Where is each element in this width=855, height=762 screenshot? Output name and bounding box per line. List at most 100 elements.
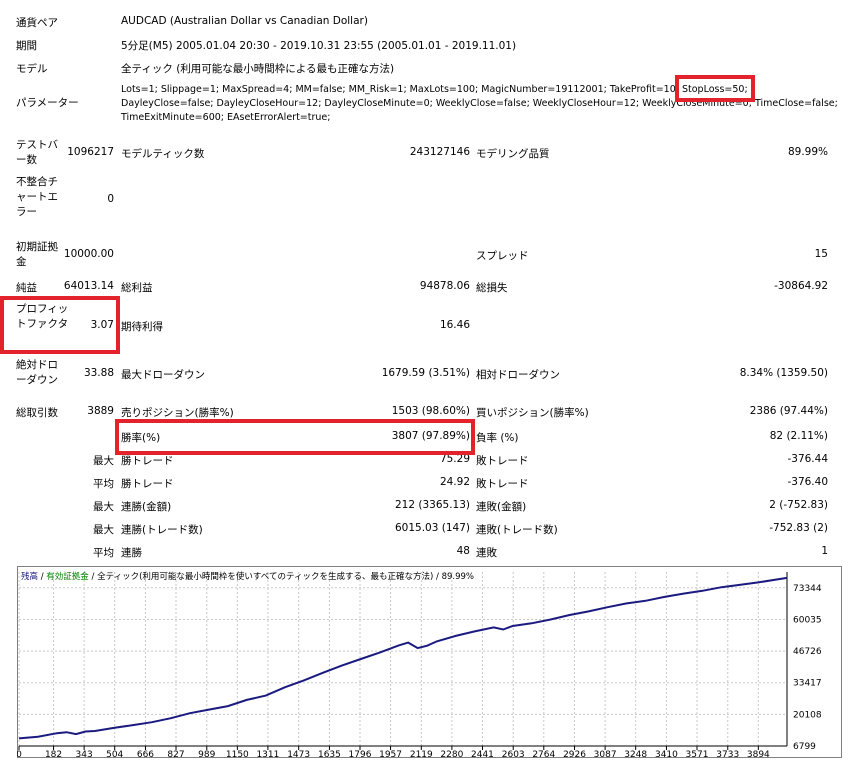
row-left-label: 勝トレード — [121, 478, 174, 490]
lossrate-label: 負率 (%) — [476, 432, 519, 444]
spread-label: スプレッド — [476, 250, 529, 262]
legend-model: 全ティック(利用可能な最小時間枠を使いすべてのティックを生成する、最も正確な方法… — [97, 571, 433, 582]
row-prefix: 平均 — [93, 478, 114, 490]
params-label: パラメーター — [16, 97, 79, 109]
x-tick-label: 989 — [198, 750, 215, 758]
row-left-value: 24.92 — [439, 476, 470, 488]
legend-balance: 残高 — [21, 571, 38, 582]
x-tick-label: 2926 — [563, 750, 586, 758]
ticks-label: モデルティック数 — [121, 148, 205, 160]
row-prefix: 平均 — [93, 547, 114, 559]
x-tick-label: 3087 — [594, 750, 617, 758]
lossrate-value: 82 (2.11%) — [769, 430, 828, 442]
x-tick-label: 343 — [76, 750, 93, 758]
abs-dd-value: 33.88 — [83, 367, 114, 379]
net-label: 純益 — [16, 282, 37, 294]
x-tick-label: 1311 — [256, 750, 279, 758]
row-left-label: 勝トレード — [121, 455, 174, 467]
params-stoploss: StopLoss=50; — [681, 84, 748, 95]
legend-sep-3: / — [433, 572, 441, 582]
x-tick-label: 3894 — [747, 750, 770, 758]
balance-chart: 残高 / 有効証拠金 / 全ティック(利用可能な最小時間枠を使いすべてのティック… — [17, 566, 842, 758]
x-tick-label: 1957 — [379, 750, 402, 758]
x-tick-label: 2603 — [502, 750, 525, 758]
row-prefix: 最大 — [93, 524, 114, 536]
x-tick-label: 504 — [106, 750, 123, 758]
chart-frame — [17, 566, 842, 758]
quality-label: モデリング品質 — [476, 148, 550, 160]
row-right-label: 連敗 — [476, 547, 497, 559]
x-tick-label: 3571 — [686, 750, 709, 758]
x-tick-label: 2441 — [471, 750, 494, 758]
pf-value: 3.07 — [90, 319, 114, 331]
row-right-value: -376.44 — [787, 453, 828, 465]
gross-loss-label: 総損失 — [476, 282, 508, 294]
row-left-label: 連勝(金額) — [121, 501, 172, 513]
x-tick-label: 2764 — [532, 750, 555, 758]
row-right-label: 連敗(金額) — [476, 501, 527, 513]
x-tick-label: 1796 — [349, 750, 372, 758]
gross-loss-value: -30864.92 — [774, 280, 828, 292]
ticks-value: 243127146 — [409, 146, 470, 158]
row-right-value: 1 — [821, 545, 828, 557]
x-tick-label: 2119 — [410, 750, 433, 758]
x-tick-label: 2280 — [440, 750, 463, 758]
total-trades-value: 3889 — [87, 405, 114, 417]
row-right-label: 連敗(トレード数) — [476, 524, 558, 536]
row-left-value: 75.29 — [439, 453, 470, 465]
chart-legend: 残高 / 有効証拠金 / 全ティック(利用可能な最小時間枠を使いすべてのティック… — [21, 571, 474, 582]
period-label: 期間 — [16, 40, 37, 52]
rel-dd-value: 8.34% (1359.50) — [739, 367, 828, 379]
expected-label: 期待利得 — [121, 321, 163, 333]
mismatch-value: 0 — [107, 193, 114, 205]
row-left-value: 48 — [456, 545, 470, 557]
max-dd-label: 最大ドローダウン — [121, 369, 205, 381]
row-left-value: 212 (3365.13) — [395, 499, 470, 511]
params-line-1: Lots=1; Slippage=1; MaxSpread=4; MM=fals… — [121, 84, 748, 95]
x-tick-label: 1473 — [287, 750, 310, 758]
model-value: 全ティック (利用可能な最小時間枠による最も正確な方法) — [121, 63, 395, 75]
y-tick-label: 46726 — [793, 647, 822, 657]
row-right-label: 敗トレード — [476, 455, 529, 467]
pair-value: AUDCAD (Australian Dollar vs Canadian Do… — [121, 15, 368, 27]
legend-equity: 有効証拠金 — [46, 571, 89, 582]
expected-value: 16.46 — [439, 319, 470, 331]
params-line-3: TimeExitMinute=600; EAsetErrorAlert=true… — [121, 112, 331, 123]
model-label: モデル — [16, 63, 48, 75]
gross-profit-label: 総利益 — [121, 282, 153, 294]
y-tick-label: 73344 — [793, 584, 822, 594]
y-tick-label: 60035 — [793, 615, 822, 625]
row-right-value: -752.83 (2) — [769, 522, 828, 534]
long-value: 2386 (97.44%) — [749, 405, 828, 417]
row-left-label: 連勝(トレード数) — [121, 524, 203, 536]
long-label: 買いポジション(勝率%) — [476, 407, 589, 419]
x-tick-label: 3248 — [624, 750, 647, 758]
row-prefix: 最大 — [93, 501, 114, 513]
y-tick-label: 6799 — [793, 742, 816, 752]
params-line-2: DayleyClose=false; DayleyCloseHour=12; D… — [121, 98, 838, 109]
y-tick-label: 33417 — [793, 679, 822, 689]
x-tick-label: 666 — [137, 750, 154, 758]
x-tick-label: 1150 — [226, 750, 249, 758]
winrate-label: 勝率(%) — [121, 432, 161, 444]
short-value: 1503 (98.60%) — [391, 405, 470, 417]
max-dd-value: 1679.59 (3.51%) — [381, 367, 470, 379]
bars-value: 1096217 — [67, 146, 114, 158]
total-trades-label: 総取引数 — [16, 407, 58, 419]
params-line-1-main: Lots=1; Slippage=1; MaxSpread=4; MM=fals… — [121, 84, 679, 95]
x-tick-label: 182 — [45, 750, 62, 758]
row-right-value: 2 (-752.83) — [769, 499, 828, 511]
row-right-value: -376.40 — [787, 476, 828, 488]
legend-sep-2: / — [89, 572, 97, 582]
row-left-label: 連勝 — [121, 547, 142, 559]
pair-label: 通貨ペア — [16, 17, 58, 29]
rel-dd-label: 相対ドローダウン — [476, 369, 560, 381]
y-tick-label: 20108 — [793, 710, 822, 720]
net-value: 64013.14 — [63, 280, 114, 292]
quality-value: 89.99% — [787, 146, 828, 158]
row-right-label: 敗トレード — [476, 478, 529, 490]
period-value: 5分足(M5) 2005.01.04 20:30 - 2019.10.31 23… — [121, 40, 517, 52]
short-label: 売りポジション(勝率%) — [121, 407, 234, 419]
winrate-value: 3807 (97.89%) — [391, 430, 470, 442]
legend-quality: 89.99% — [442, 572, 474, 582]
